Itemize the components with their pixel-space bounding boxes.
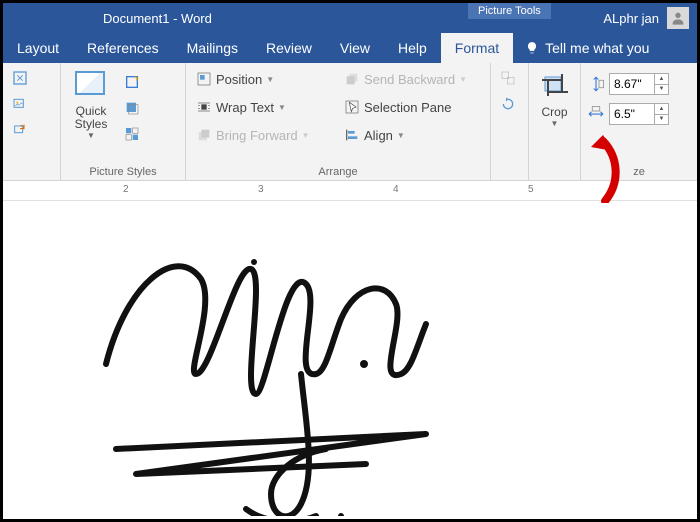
reset-icon (12, 122, 28, 138)
change-picture-button[interactable] (9, 93, 31, 115)
quick-styles-button[interactable]: Quick Styles ▼ (67, 67, 115, 140)
change-picture-icon (12, 96, 28, 112)
tab-mailings[interactable]: Mailings (173, 33, 252, 63)
tell-me-search[interactable]: Tell me what you (513, 33, 649, 63)
ribbon: Quick Styles ▼ Picture Styles Position▼ … (3, 63, 697, 181)
tell-me-label: Tell me what you (545, 40, 649, 56)
selection-pane-icon (344, 99, 360, 115)
height-input[interactable]: 8.67" ▲▼ (609, 73, 669, 95)
signature-picture[interactable] (66, 224, 506, 516)
quick-styles-icon (75, 71, 107, 103)
width-row: 6.5" ▲▼ (587, 103, 669, 125)
group-arrange-extra (491, 63, 529, 180)
picture-tools-label: Picture Tools (468, 3, 551, 19)
chevron-down-icon: ▼ (551, 119, 559, 128)
ribbon-tabs: Layout References Mailings Review View H… (3, 33, 697, 63)
ruler-mark-3: 3 (258, 184, 264, 195)
corrections-button[interactable] (9, 67, 31, 89)
horizontal-ruler[interactable]: 2 3 4 5 (3, 181, 697, 201)
ruler-mark-2: 2 (123, 184, 129, 195)
layout-icon (124, 126, 140, 142)
width-down[interactable]: ▼ (655, 115, 668, 125)
effects-icon (124, 100, 140, 116)
group-crop: Crop ▼ (529, 63, 581, 180)
rotate-icon (500, 96, 516, 112)
wrap-text-label: Wrap Text (216, 100, 274, 115)
position-icon (196, 71, 212, 87)
crop-label: Crop (541, 105, 567, 119)
align-icon (344, 127, 360, 143)
width-icon (587, 105, 605, 123)
title-bar: Document1 - Word Picture Tools ALphr jan (3, 3, 697, 33)
tab-help[interactable]: Help (384, 33, 441, 63)
group-adjust-label (9, 164, 54, 178)
align-label: Align (364, 128, 393, 143)
position-label: Position (216, 72, 262, 87)
bring-forward-button[interactable]: Bring Forward▼ (192, 123, 322, 147)
width-up[interactable]: ▲ (655, 104, 668, 115)
tab-layout[interactable]: Layout (3, 33, 73, 63)
group-picture-styles: Quick Styles ▼ Picture Styles (61, 63, 186, 180)
picture-layout-button[interactable] (121, 123, 143, 145)
contextual-tab-header: Picture Tools (468, 3, 551, 19)
wrap-text-button[interactable]: Wrap Text▼ (192, 95, 322, 119)
arrange-label: Arrange (192, 164, 484, 178)
selection-pane-label: Selection Pane (364, 100, 451, 115)
tab-review[interactable]: Review (252, 33, 326, 63)
quick-styles-label: Quick Styles (75, 105, 108, 131)
lightbulb-icon (525, 41, 539, 55)
align-button[interactable]: Align▼ (340, 123, 480, 147)
send-backward-button[interactable]: Send Backward▼ (340, 67, 480, 91)
width-input[interactable]: 6.5" ▲▼ (609, 103, 669, 125)
height-value: 8.67" (614, 77, 642, 91)
compress-icon (12, 70, 28, 86)
document-canvas[interactable] (6, 204, 694, 516)
send-backward-icon (344, 71, 360, 87)
picture-styles-label: Picture Styles (67, 164, 179, 178)
ruler-mark-4: 4 (393, 184, 399, 195)
height-row: 8.67" ▲▼ (587, 73, 669, 95)
chevron-down-icon: ▼ (87, 131, 95, 140)
group-size: 8.67" ▲▼ 6.5" ▲▼ ze (581, 63, 697, 180)
wrap-text-icon (196, 99, 212, 115)
width-value: 6.5" (614, 107, 635, 121)
send-backward-label: Send Backward (364, 72, 455, 87)
user-area: ALphr jan (603, 7, 689, 29)
document-title: Document1 - Word (3, 11, 212, 26)
crop-icon (539, 71, 571, 103)
height-down[interactable]: ▼ (655, 85, 668, 95)
picture-effects-button[interactable] (121, 97, 143, 119)
tab-view[interactable]: View (326, 33, 384, 63)
reset-picture-button[interactable] (9, 119, 31, 141)
position-button[interactable]: Position▼ (192, 67, 322, 91)
height-up[interactable]: ▲ (655, 74, 668, 85)
border-icon (124, 74, 140, 90)
user-avatar[interactable] (667, 7, 689, 29)
rotate-button[interactable] (497, 93, 519, 115)
tab-format[interactable]: Format (441, 33, 513, 63)
height-icon (587, 75, 605, 93)
selection-pane-button[interactable]: Selection Pane (340, 95, 480, 119)
user-name: ALphr jan (603, 11, 659, 26)
group-adjust (3, 63, 61, 180)
group-objects-button[interactable] (497, 67, 519, 89)
bring-forward-icon (196, 127, 212, 143)
picture-border-button[interactable] (121, 71, 143, 93)
bring-forward-label: Bring Forward (216, 128, 298, 143)
group-icon (500, 70, 516, 86)
crop-button[interactable]: Crop ▼ (535, 67, 574, 128)
group-arrange: Position▼ Wrap Text▼ Bring Forward▼ Send… (186, 63, 491, 180)
ruler-mark-5: 5 (528, 184, 534, 195)
size-label: ze (587, 164, 691, 178)
tab-references[interactable]: References (73, 33, 173, 63)
person-icon (670, 10, 686, 26)
